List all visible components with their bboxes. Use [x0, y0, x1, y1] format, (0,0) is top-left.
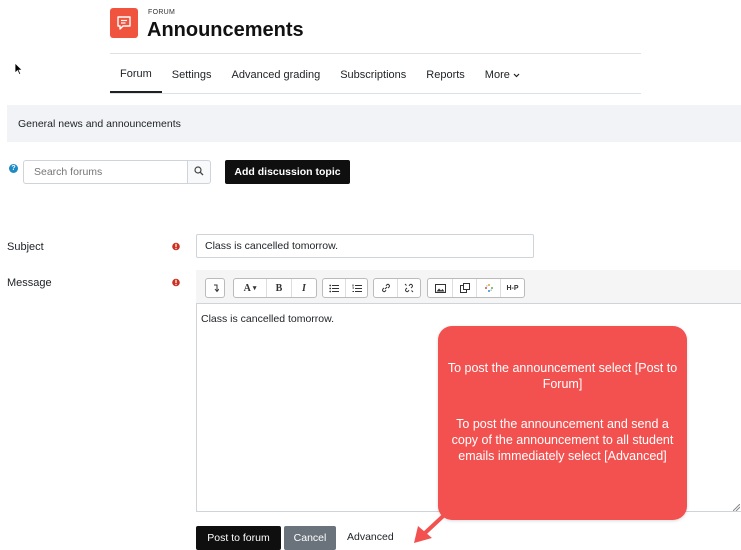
required-icon [172, 278, 180, 290]
recordrtc-icon[interactable] [476, 279, 500, 297]
toolbar-group-collapse [205, 278, 225, 298]
tab-label: Advanced grading [231, 69, 321, 81]
resize-handle-icon[interactable] [732, 502, 741, 514]
instruction-callout: To post the announcement select [Post to… [438, 326, 687, 520]
search-input[interactable] [34, 166, 182, 178]
search-button[interactable] [187, 160, 211, 184]
toolbar-group-lists [322, 278, 368, 298]
message-body-text[interactable]: Class is cancelled tomorrow. [201, 313, 334, 325]
tab-settings[interactable]: Settings [162, 62, 222, 92]
chevron-down-icon [513, 69, 520, 81]
advanced-link[interactable]: Advanced [347, 531, 394, 543]
paragraph-styles-button[interactable]: A ▾ [234, 279, 266, 297]
unlink-icon[interactable] [397, 279, 420, 297]
message-label: Message [7, 277, 52, 289]
toolbar-group-media: H-P [427, 278, 525, 298]
activity-type-label: FORUM [148, 9, 176, 16]
h5p-icon: H-P [506, 284, 519, 292]
italic-button[interactable]: I [291, 279, 316, 297]
help-icon[interactable]: ? [9, 164, 18, 173]
tab-forum[interactable]: Forum [110, 61, 162, 93]
callout-text-advanced: To post the announcement and send a copy… [451, 417, 674, 463]
italic-label: I [302, 282, 306, 294]
ordered-list-icon[interactable] [345, 279, 367, 297]
show-more-buttons-icon[interactable] [206, 279, 224, 297]
toolbar-group-links [373, 278, 421, 298]
tab-more[interactable]: More [475, 62, 530, 92]
bold-label: B [275, 282, 283, 294]
search-icon [194, 165, 204, 179]
tab-label: Forum [120, 68, 152, 80]
add-discussion-topic-button[interactable]: Add discussion topic [225, 160, 350, 184]
tab-label: Subscriptions [340, 69, 407, 81]
required-icon [172, 242, 180, 254]
tab-label: More [484, 69, 510, 81]
post-to-forum-button[interactable]: Post to forum [196, 526, 281, 550]
callout-text-post: To post the announcement select [Post to… [447, 361, 678, 391]
subject-label: Subject [7, 241, 44, 253]
callout-arrow-icon [414, 502, 458, 543]
mouse-cursor-icon [14, 62, 24, 79]
tab-advanced-grading[interactable]: Advanced grading [222, 62, 331, 92]
image-icon[interactable] [428, 279, 452, 297]
secondary-navigation: Forum Settings Advanced grading Subscrip… [110, 61, 530, 93]
bold-button[interactable]: B [266, 279, 291, 297]
link-icon[interactable] [374, 279, 397, 297]
media-icon[interactable] [452, 279, 476, 297]
font-style-label: A [243, 282, 251, 294]
h5p-button[interactable]: H-P [500, 279, 524, 297]
subject-input[interactable] [196, 234, 534, 258]
page-title: Announcements [147, 19, 304, 41]
unordered-list-icon[interactable] [323, 279, 345, 297]
tab-label: Reports [426, 69, 465, 81]
header-divider [110, 53, 641, 54]
nav-divider [110, 93, 641, 94]
forum-intro-text: General news and announcements [18, 118, 181, 130]
toolbar-group-style: A ▾ B I [233, 278, 317, 298]
tab-reports[interactable]: Reports [416, 62, 475, 92]
tab-subscriptions[interactable]: Subscriptions [330, 62, 416, 92]
forum-icon [110, 8, 138, 38]
tab-label: Settings [171, 69, 212, 81]
caret-down-icon: ▾ [252, 284, 257, 292]
cancel-button[interactable]: Cancel [284, 526, 336, 550]
